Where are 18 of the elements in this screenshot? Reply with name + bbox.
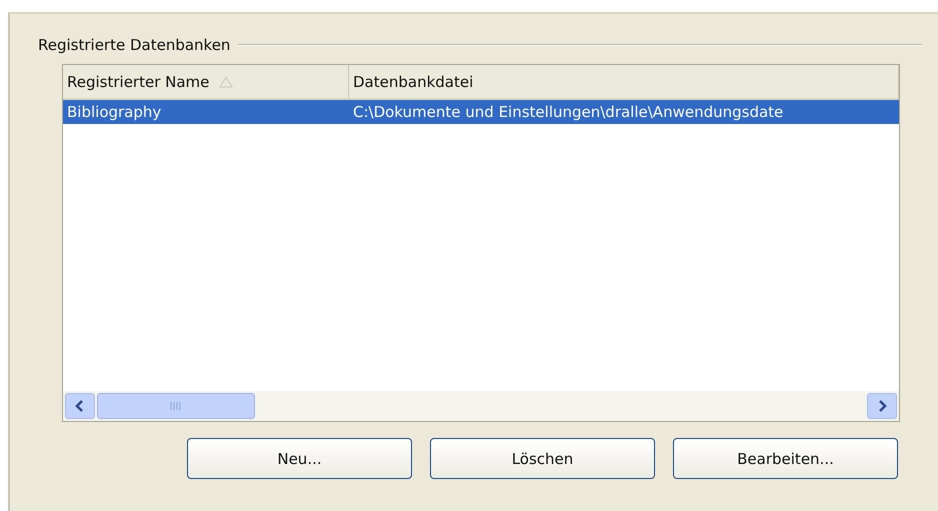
column-label: Registrierter Name (67, 72, 210, 90)
chevron-right-icon (877, 400, 887, 412)
dialog-button[interactable]: Bearbeiten... (673, 438, 898, 479)
column-header[interactable]: Datenbankdatei (349, 65, 899, 98)
group-title: Registrierte Datenbanken (38, 36, 230, 54)
column-label: Datenbankdatei (353, 72, 474, 90)
scroll-right-button[interactable] (867, 393, 897, 419)
scroll-thumb[interactable] (97, 393, 255, 419)
chevron-left-icon (75, 400, 85, 412)
column-header[interactable]: Registrierter Name (63, 65, 349, 98)
scroll-left-button[interactable] (65, 393, 95, 419)
dialog-button[interactable]: Neu... (187, 438, 412, 479)
table-row[interactable]: Bibliography C:\Dokumente und Einstellungen\dralle\Anwendungsdate (63, 100, 899, 124)
table-cell-text: C:\Dokumente und Einstellungen\dralle\Anwendungsdate (352, 103, 784, 121)
grip-icon (170, 401, 182, 411)
horizontal-scrollbar[interactable] (63, 391, 899, 421)
table-cell-text: Bibliography (66, 103, 162, 121)
dialog-button[interactable]: Löschen (430, 438, 655, 479)
